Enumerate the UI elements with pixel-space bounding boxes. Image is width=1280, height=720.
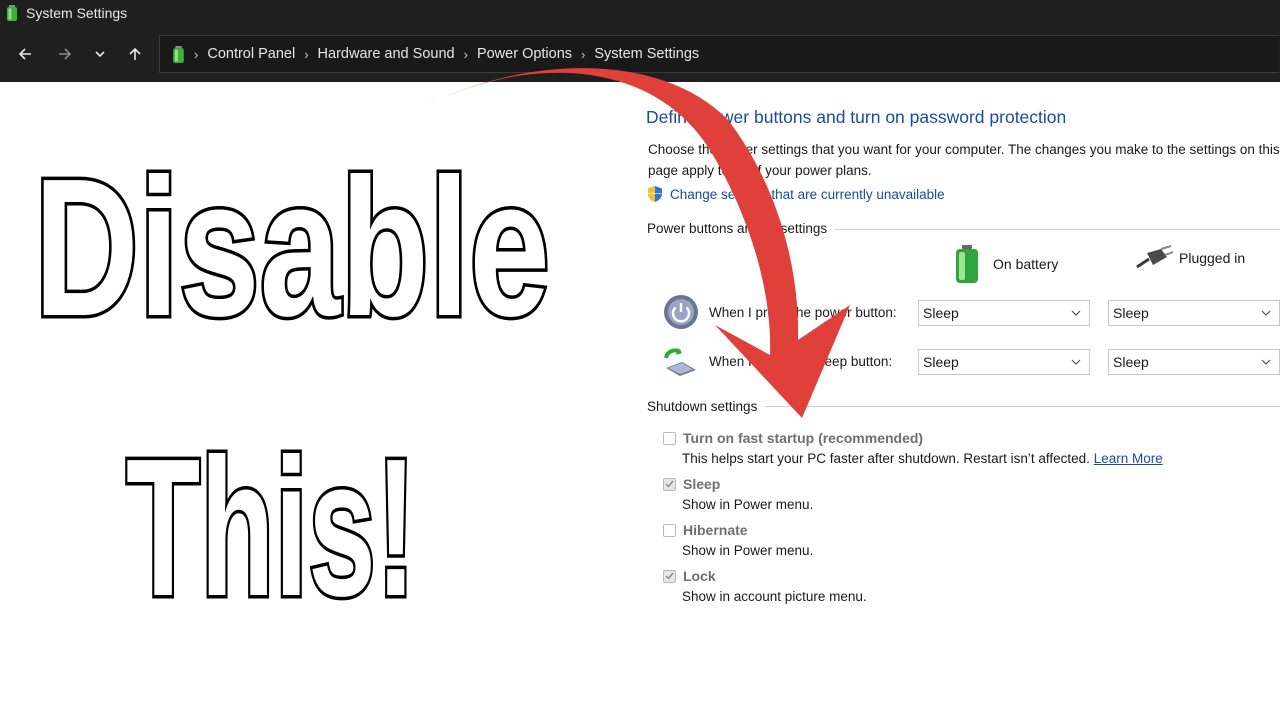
breadcrumb-separator: › [463,46,468,62]
sleep-description: Show in Power menu. [682,497,814,512]
shield-link-text: Change settings that are currently unava… [670,186,945,202]
chevron-down-icon [1261,310,1271,316]
hibernate-label: Hibernate [683,522,748,538]
description-line: page apply to all of your power plans. [648,163,872,178]
chevron-down-icon [1071,359,1081,365]
forward-button[interactable] [51,40,79,68]
column-on-battery: On battery [955,245,1058,283]
lock-checkbox[interactable] [663,569,676,583]
title-bar: System Settings [0,0,1280,26]
sleep-label: Sleep [683,476,721,492]
arrow-left-icon [18,48,31,60]
power-button-battery-select[interactable]: Sleep [918,300,1090,326]
arrow-right-icon [59,48,72,60]
lock-description: Show in account picture menu. [682,589,867,604]
sleep-checkbox[interactable] [663,477,676,491]
up-button[interactable] [121,40,149,68]
hibernate-checkbox[interactable] [663,523,676,537]
description-line: Choose the power settings that you want … [648,142,1280,157]
select-value: Sleep [923,354,959,370]
address-bar[interactable]: › Control Panel › Hardware and Sound › P… [159,35,1279,73]
overlay-text-this: This! [124,418,419,637]
fast-startup-option: Turn on fast startup (recommended) [663,430,923,446]
sleep-button-battery-select[interactable]: Sleep [918,349,1090,375]
sleep-laptop-icon [664,348,696,376]
power-plug-icon [1136,245,1173,269]
breadcrumb-control-panel[interactable]: Control Panel [207,46,295,62]
sleep-option: Sleep [663,476,720,492]
breadcrumb-system-settings[interactable]: System Settings [594,46,699,62]
fast-startup-checkbox[interactable] [663,431,676,445]
page-description: Choose the power settings that you want … [648,139,1280,181]
overlay-text-disable: Disable [31,138,552,357]
fast-startup-label: Turn on fast startup (recommended) [683,430,924,446]
sleep-button-plugged-select[interactable]: Sleep [1108,349,1280,375]
chevron-down-icon [95,51,105,58]
back-button[interactable] [11,40,39,68]
page-heading: Define power buttons and turn on passwor… [646,107,1067,127]
column-plugged-in: Plugged in [1135,245,1245,271]
lock-label: Lock [683,568,716,584]
learn-more-link[interactable]: Learn More [1094,451,1163,466]
select-value: Sleep [1113,305,1149,321]
breadcrumb-separator: › [194,46,199,62]
power-button-plugged-select[interactable]: Sleep [1108,300,1280,326]
select-value: Sleep [923,305,959,321]
sleep-button-row-label: When I press the sleep button: [709,354,893,369]
lock-option: Lock [663,568,716,584]
select-value: Sleep [1113,354,1149,370]
chevron-down-icon [1071,310,1081,316]
fast-startup-description: This helps start your PC faster after sh… [682,451,1163,466]
breadcrumb-power-options[interactable]: Power Options [477,46,572,62]
recent-locations-button[interactable] [86,40,114,68]
hibernate-option: Hibernate [663,522,748,538]
navigation-bar: › Control Panel › Hardware and Sound › P… [0,26,1280,82]
hibernate-description: Show in Power menu. [682,543,814,558]
checkmark-icon [665,480,674,488]
breadcrumb-separator: › [581,46,586,62]
window-title: System Settings [26,5,128,21]
plugged-in-label: Plugged in [1179,250,1246,266]
breadcrumb-hardware-and-sound[interactable]: Hardware and Sound [318,46,455,62]
battery-app-icon [7,5,17,21]
change-unavailable-settings-link[interactable]: Change settings that are currently unava… [646,185,945,203]
battery-location-icon [173,45,184,63]
shutdown-section-label: Shutdown settings [647,399,766,414]
power-button-icon [664,295,698,329]
chevron-down-icon [1261,359,1271,365]
battery-icon [956,245,978,283]
power-button-row-label: When I press the power button: [709,305,897,320]
uac-shield-icon [648,186,662,202]
on-battery-label: On battery [993,256,1059,272]
arrow-up-icon [129,47,141,60]
breadcrumb-separator: › [304,46,309,62]
checkmark-icon [665,572,674,580]
fast-startup-desc-text: This helps start your PC faster after sh… [682,451,1090,466]
power-section-label: Power buttons and lid settings [647,221,836,236]
